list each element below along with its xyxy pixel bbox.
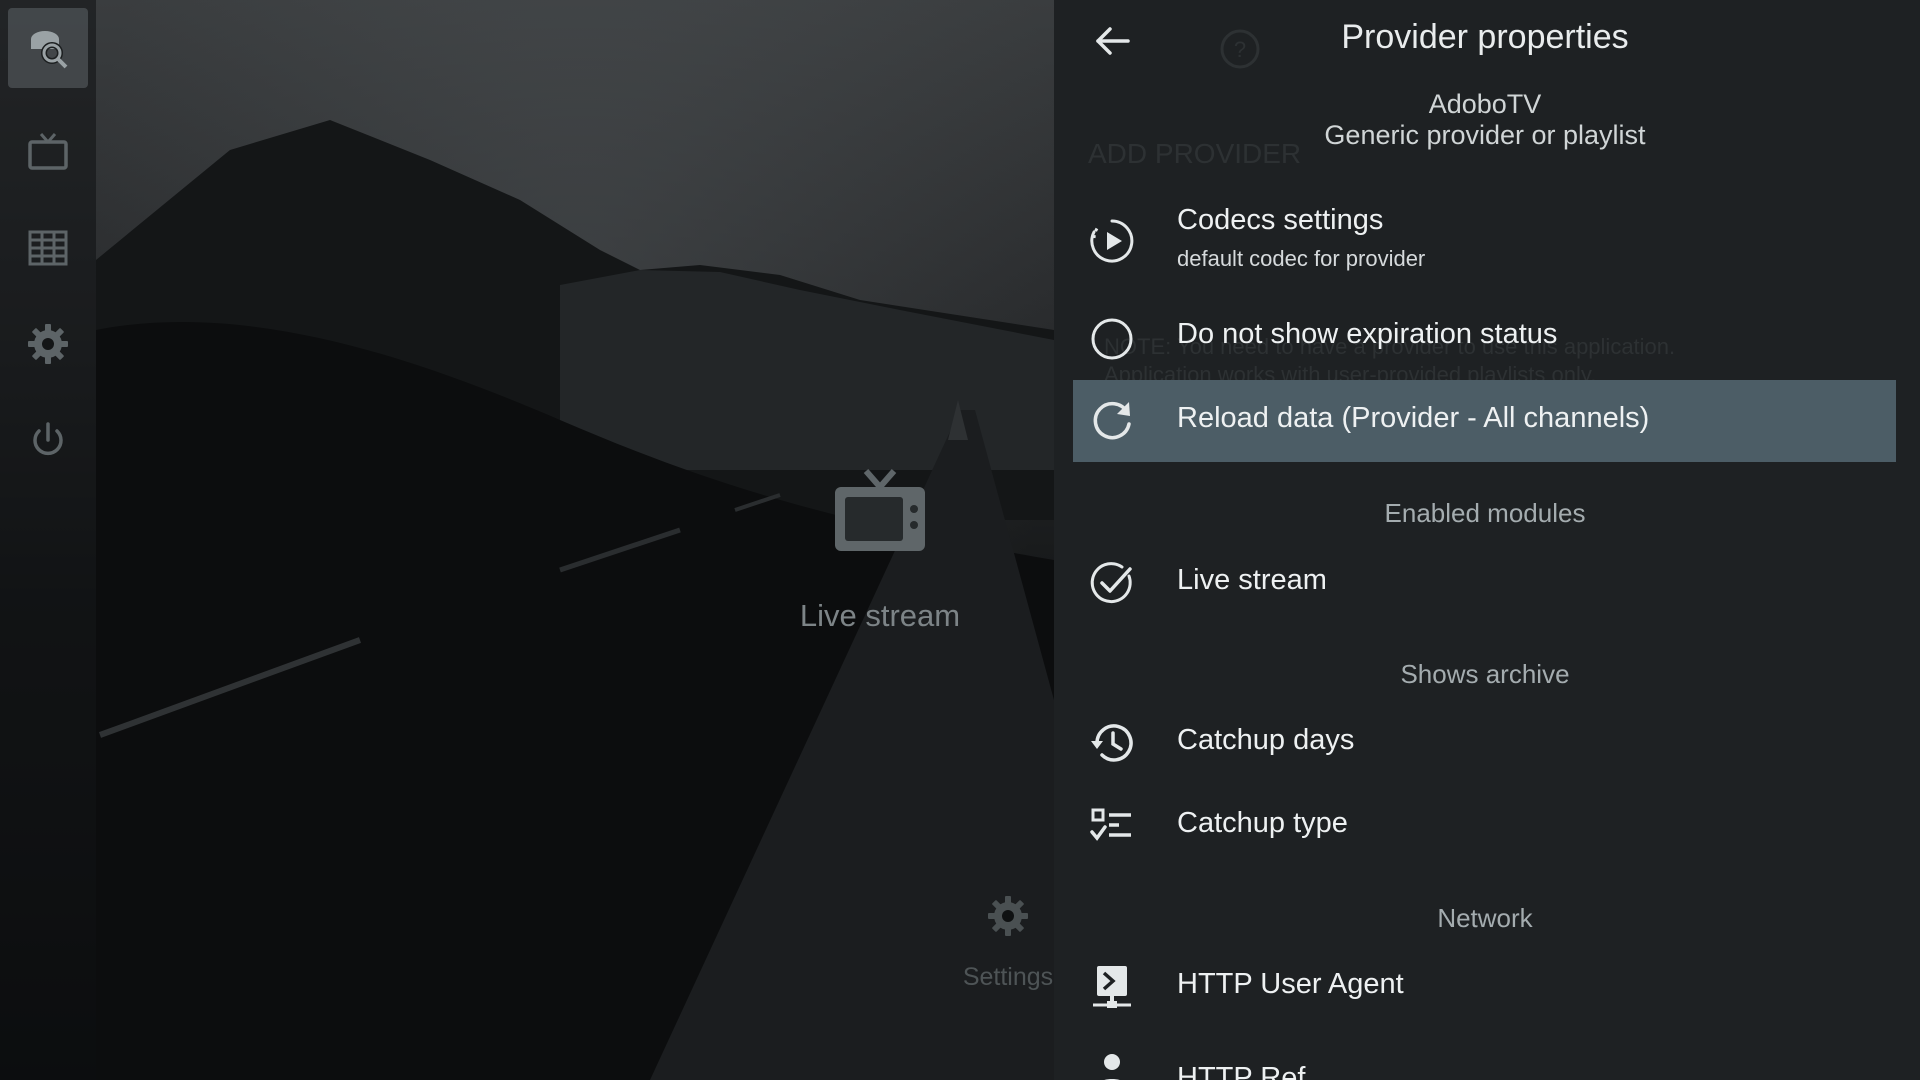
play-circle-icon (1090, 219, 1134, 263)
catchup-days-item[interactable]: Catchup days (1073, 702, 1896, 784)
live-stream-module-item[interactable]: Live stream (1073, 542, 1896, 624)
agent-icon (1093, 966, 1131, 1008)
http-user-agent-label: HTTP User Agent (1177, 968, 1404, 1000)
tv-icon (835, 469, 925, 551)
live-stream-module-label: Live stream (1177, 564, 1327, 596)
refresh-icon (1093, 401, 1131, 440)
live-stream-tile-label[interactable]: Live stream (760, 598, 1000, 634)
rail-search-button[interactable] (8, 8, 88, 88)
check-circle-icon (1090, 562, 1132, 604)
page-title: Provider properties (1341, 18, 1629, 56)
radio-unchecked-icon (1091, 318, 1133, 360)
expiration-status-label: Do not show expiration status (1177, 318, 1558, 350)
http-referer-label: HTTP Ref (1177, 1062, 1306, 1080)
provider-type: Generic provider or playlist (1324, 120, 1646, 150)
gear-icon (988, 896, 1028, 936)
reload-data-label: Reload data (Provider - All channels) (1177, 402, 1650, 434)
rail-tv-button[interactable] (8, 112, 88, 192)
provider-name: AdoboTV (1428, 89, 1542, 119)
http-referer-item[interactable]: HTTP Ref (1073, 1040, 1896, 1080)
search-icon (31, 31, 68, 69)
rail-settings-button[interactable] (8, 304, 88, 384)
http-user-agent-item[interactable]: HTTP User Agent (1073, 946, 1896, 1028)
gear-icon (28, 324, 68, 364)
rail-guide-button[interactable] (8, 208, 88, 288)
codecs-settings-label: Codecs settings (1177, 204, 1384, 236)
catchup-type-label: Catchup type (1177, 807, 1348, 839)
left-nav-rail (0, 0, 96, 1080)
catchup-type-item[interactable]: Catchup type (1073, 785, 1896, 867)
grid-icon (28, 230, 68, 266)
reload-data-item[interactable]: Reload data (Provider - All channels) (1073, 380, 1896, 462)
history-icon (1091, 724, 1133, 762)
catchup-days-label: Catchup days (1177, 724, 1355, 756)
tv-icon (28, 133, 68, 170)
section-shows-archive: Shows archive (1400, 659, 1570, 689)
list-check-icon (1090, 808, 1131, 841)
back-arrow-icon[interactable] (1092, 20, 1134, 62)
person-icon (1104, 1054, 1120, 1080)
codecs-settings-item[interactable]: Codecs settings default codec for provid… (1073, 196, 1896, 286)
expiration-status-toggle[interactable]: Do not show expiration status (1073, 296, 1896, 378)
rail-power-button[interactable] (8, 400, 88, 480)
section-enabled-modules: Enabled modules (1384, 498, 1586, 528)
section-network: Network (1437, 903, 1533, 933)
power-icon (33, 422, 63, 456)
screen: Live stream Settings ADD PROVIDER NOTE: … (0, 0, 1920, 1080)
codecs-settings-sub: default codec for provider (1177, 246, 1426, 271)
